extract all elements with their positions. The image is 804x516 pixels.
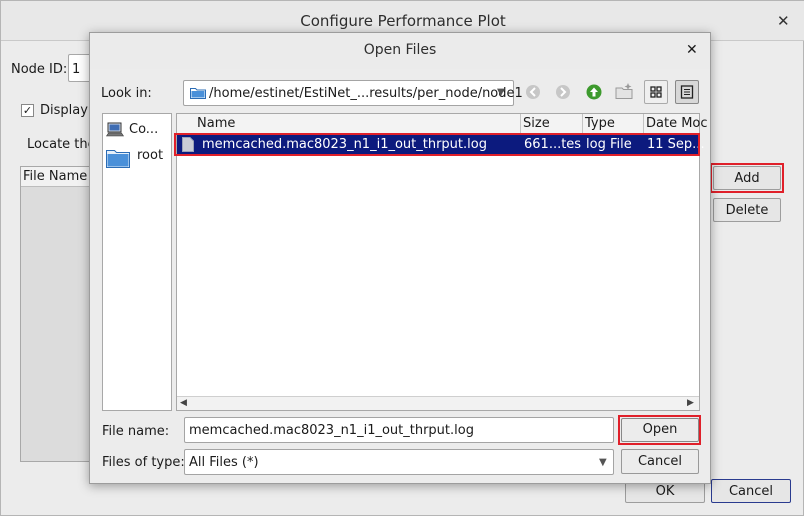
place-label: root [137,148,164,163]
look-in-path: /home/estinet/EstiNet_...results/per_nod… [209,86,523,101]
column-divider [520,114,521,134]
place-computer[interactable]: Co... [105,118,171,144]
file-name-input[interactable]: memcached.mac8023_n1_i1_out_thrput.log [184,417,614,443]
file-name-column-header[interactable]: File Name [21,167,99,187]
look-in-label: Look in: [101,86,152,101]
folder-icon [106,150,130,168]
size-column-header[interactable]: Size [523,116,550,131]
computer-icon [106,122,124,137]
open-files-dialog: Open Files ✕ Look in: /home/estinet/Esti… [89,32,711,484]
name-column-header[interactable]: Name [197,116,235,131]
type-column-header[interactable]: Type [585,116,615,131]
dialog-title: Open Files [363,42,437,58]
node-id-label: Node ID: [11,62,68,77]
cancel-button[interactable]: Cancel [711,479,791,503]
files-of-type-value: All Files (*) [189,455,259,470]
file-table[interactable]: File Name [20,166,100,462]
display-checkbox[interactable]: ✓ [21,104,34,117]
place-root[interactable]: root [105,144,171,170]
place-label: Co... [129,122,159,137]
look-in-combo[interactable]: /home/estinet/EstiNet_...results/per_nod… [183,80,523,106]
up-folder-icon[interactable] [583,81,605,103]
grid-icon [650,86,662,98]
date-column-header[interactable]: Date Moc [646,116,708,131]
close-icon[interactable]: ✕ [686,42,698,58]
delete-button[interactable]: Delete [713,198,781,222]
new-folder-icon[interactable] [613,81,635,103]
cancel-button[interactable]: Cancel [621,449,699,474]
row-highlight-box [174,133,700,156]
details-view-button[interactable] [675,80,699,104]
close-icon[interactable]: ✕ [777,12,790,30]
files-of-type-label: Files of type: [102,455,185,470]
chevron-down-icon[interactable]: ▼ [599,457,607,468]
places-panel: Co... root [102,113,172,411]
chevron-down-icon[interactable]: ▼ [497,87,505,98]
horizontal-scrollbar[interactable]: ◀ ▶ [177,396,699,410]
list-view-button[interactable] [644,80,668,104]
dialog-title-bar: Open Files ✕ [90,33,710,69]
locate-label: Locate the [27,137,96,152]
files-of-type-combo[interactable]: All Files (*) ▼ [184,449,614,475]
add-highlight-box [710,163,784,193]
file-name-label: File name: [102,424,170,439]
scroll-right-icon[interactable]: ▶ [687,398,694,408]
column-divider [643,114,644,134]
details-list-icon [680,85,694,99]
folder-icon [190,88,206,99]
window-title: Configure Performance Plot [300,12,506,30]
open-highlight-box [618,415,701,445]
forward-arrow-icon[interactable] [552,81,574,103]
file-list[interactable]: Name Size Type Date Moc memcached.mac802… [174,113,708,411]
file-list-header: Name Size Type Date Moc [177,114,708,134]
back-arrow-icon[interactable] [522,81,544,103]
scroll-left-icon[interactable]: ◀ [180,398,187,408]
column-divider [582,114,583,134]
